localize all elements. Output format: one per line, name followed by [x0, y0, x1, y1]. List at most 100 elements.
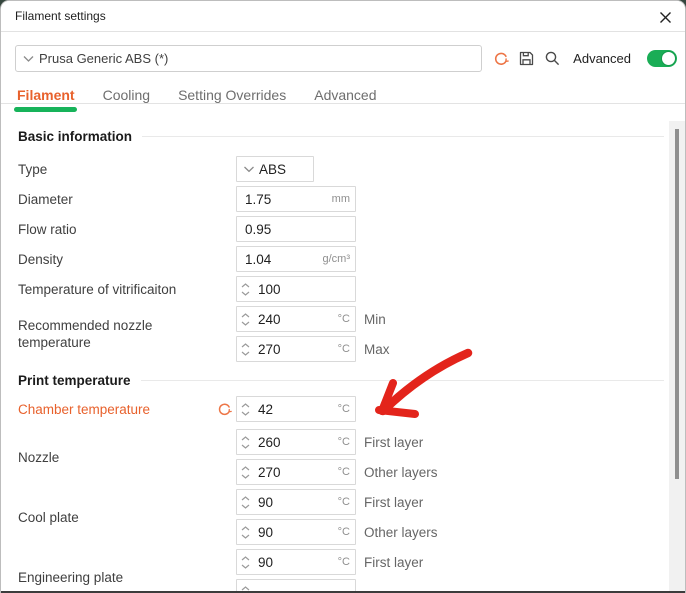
spin-up-button[interactable]: [241, 436, 250, 441]
spin-down-button[interactable]: [241, 291, 250, 296]
recommended-nozzle-max-input[interactable]: [254, 342, 338, 357]
setting-row-diameter: Diameter mm: [18, 186, 669, 212]
advanced-toggle[interactable]: [647, 50, 677, 67]
tab-cooling[interactable]: Cooling: [103, 87, 150, 103]
field-suffix: First layer: [364, 435, 423, 450]
section-divider: [142, 136, 664, 137]
setting-label: Type: [18, 161, 61, 178]
spin-down-button[interactable]: [241, 411, 250, 416]
tab-label: Advanced: [314, 87, 376, 103]
setting-label: Nozzle: [18, 449, 73, 466]
cool-plate-first-layer-field[interactable]: °C: [236, 489, 356, 515]
chamber-temperature-input[interactable]: [254, 402, 338, 417]
vitrification-temperature-field[interactable]: [236, 276, 356, 302]
flow-ratio-input[interactable]: [237, 222, 355, 237]
setting-label: Engineering plate: [18, 569, 137, 586]
spin-down-button[interactable]: [241, 564, 250, 569]
nozzle-other-layers-input[interactable]: [254, 465, 338, 480]
settings-panel: Basic information Type ABS Diameter: [1, 121, 669, 593]
spin-up-button[interactable]: [241, 586, 250, 591]
preset-bar: Prusa Generic ABS (*): [15, 45, 677, 72]
flow-ratio-field[interactable]: [236, 216, 356, 242]
unit-label: °C: [338, 313, 350, 325]
tab-label: Setting Overrides: [178, 87, 286, 103]
cool-plate-other-layers-field[interactable]: °C: [236, 519, 356, 545]
cool-plate-other-layers-input[interactable]: [254, 525, 338, 540]
cool-plate-first-layer-input[interactable]: [254, 495, 338, 510]
setting-label: Cool plate: [18, 509, 93, 526]
section-divider: [141, 380, 664, 381]
density-field[interactable]: g/cm³: [236, 246, 356, 272]
spin-up-button[interactable]: [241, 403, 250, 408]
scrollbar-thumb[interactable]: [675, 129, 679, 479]
spin-down-button[interactable]: [241, 351, 250, 356]
setting-row-recommended-nozzle-temperature: Recommended nozzle temperature °C Min: [18, 306, 669, 362]
setting-label: Flow ratio: [18, 221, 91, 238]
search-icon[interactable]: [544, 50, 561, 67]
tab-advanced[interactable]: Advanced: [314, 87, 376, 103]
spinner: [237, 550, 254, 574]
spin-up-button[interactable]: [241, 496, 250, 501]
diameter-field[interactable]: mm: [236, 186, 356, 212]
type-select[interactable]: ABS: [236, 156, 314, 182]
setting-row-flow-ratio: Flow ratio: [18, 216, 669, 242]
preset-name: Prusa Generic ABS (*): [39, 51, 168, 66]
tab-bar: Filament Cooling Setting Overrides Advan…: [1, 87, 685, 104]
spin-up-button[interactable]: [241, 283, 250, 288]
revert-preset-icon[interactable]: [492, 50, 509, 67]
setting-label: Diameter: [18, 191, 87, 208]
vitrification-temperature-input[interactable]: [254, 282, 355, 297]
nozzle-first-layer-input[interactable]: [254, 435, 338, 450]
title-bar: Filament settings: [1, 1, 685, 32]
close-icon[interactable]: [655, 7, 675, 27]
diameter-input[interactable]: [237, 192, 332, 207]
tab-label: Filament: [17, 87, 75, 103]
vertical-scrollbar[interactable]: [669, 121, 685, 593]
density-input[interactable]: [237, 252, 323, 267]
unit-label: °C: [338, 466, 350, 478]
spin-up-button[interactable]: [241, 466, 250, 471]
setting-row-nozzle: Nozzle °C First layer: [18, 429, 669, 485]
spin-down-button[interactable]: [241, 321, 250, 326]
preset-combobox[interactable]: Prusa Generic ABS (*): [15, 45, 482, 72]
spin-up-button[interactable]: [241, 313, 250, 318]
field-suffix: Min: [364, 312, 386, 327]
unit-label: °C: [338, 343, 350, 355]
spinner: [237, 337, 254, 361]
nozzle-other-layers-field[interactable]: °C: [236, 459, 356, 485]
setting-label: Recommended nozzle temperature: [18, 317, 236, 351]
recommended-nozzle-min-input[interactable]: [254, 312, 338, 327]
spinner: [237, 520, 254, 544]
spinner: [237, 430, 254, 454]
tab-setting-overrides[interactable]: Setting Overrides: [178, 87, 286, 103]
nozzle-first-layer-field[interactable]: °C: [236, 429, 356, 455]
spin-down-button[interactable]: [241, 474, 250, 479]
field-suffix: First layer: [364, 495, 423, 510]
chevron-down-icon: [243, 160, 255, 178]
setting-label-modified: Chamber temperature: [18, 401, 164, 418]
recommended-nozzle-max-field[interactable]: °C: [236, 336, 356, 362]
spin-up-button[interactable]: [241, 343, 250, 348]
section-basic-information: Basic information: [18, 129, 664, 144]
tab-filament[interactable]: Filament: [17, 87, 75, 103]
spin-down-button[interactable]: [241, 444, 250, 449]
filament-settings-dialog: Filament settings Prusa Generic ABS (*): [0, 0, 686, 593]
save-preset-icon[interactable]: [518, 50, 535, 67]
field-suffix: Max: [364, 342, 390, 357]
unit-label: °C: [338, 526, 350, 538]
chamber-temperature-field[interactable]: °C: [236, 396, 356, 422]
spin-down-button[interactable]: [241, 504, 250, 509]
spin-up-button[interactable]: [241, 526, 250, 531]
engineering-plate-first-layer-field[interactable]: °C: [236, 549, 356, 575]
setting-label: Density: [18, 251, 77, 268]
recommended-nozzle-min-field[interactable]: °C: [236, 306, 356, 332]
section-title: Print temperature: [18, 373, 131, 388]
spin-up-button[interactable]: [241, 556, 250, 561]
field-suffix: First layer: [364, 555, 423, 570]
spin-down-button[interactable]: [241, 534, 250, 539]
undo-icon[interactable]: [217, 402, 232, 417]
field-suffix: Other layers: [364, 465, 438, 480]
engineering-plate-first-layer-input[interactable]: [254, 555, 338, 570]
section-title: Basic information: [18, 129, 132, 144]
spinner: [237, 460, 254, 484]
